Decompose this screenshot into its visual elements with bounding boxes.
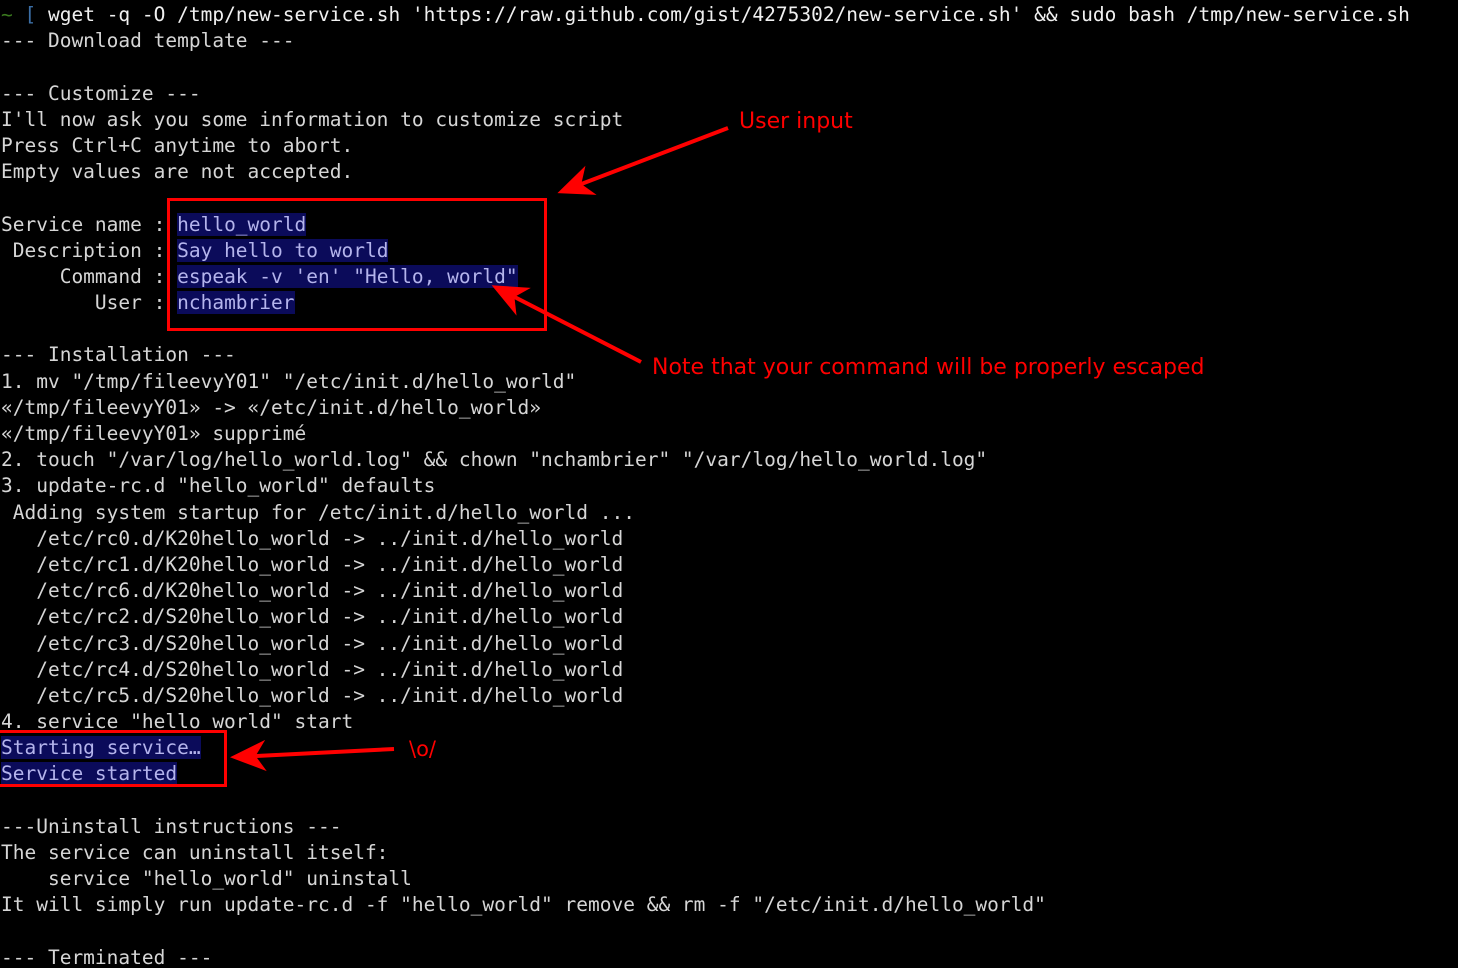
line-install-step-2: 2. touch "/var/log/hello_world.log" && c…	[1, 448, 988, 472]
line-install-mv-result: «/tmp/fileevyY01» -> «/etc/init.d/hello_…	[1, 395, 542, 419]
line-blank-3	[0, 316, 1458, 342]
field-user-label: User :	[1, 291, 178, 315]
line-install-step-3: 3. update-rc.d "hello_world" defaults	[1, 474, 436, 498]
field-user-value[interactable]: nchambrier	[177, 291, 295, 315]
terminal-output: ~ [ wget -q -O /tmp/new-service.sh 'http…	[0, 2, 1458, 968]
line-blank-4	[0, 788, 1458, 814]
line-install-step-4: 4. service "hello_world" start	[1, 710, 354, 734]
line-customize-intro: I'll now ask you some information to cus…	[1, 107, 624, 131]
line-blank-2	[0, 185, 1458, 211]
annotation-label-escaped-note: Note that your command will be properly …	[652, 355, 1205, 380]
line-starting-service: Starting service…	[0, 735, 1458, 761]
line-install-mv-removed: «/tmp/fileevyY01» supprimé	[1, 422, 307, 445]
field-command-label: Command :	[1, 264, 178, 288]
line-rcd-rc2: /etc/rc2.d/S20hello_world -> ../init.d/h…	[1, 605, 624, 629]
line-rcd-rc5: /etc/rc5.d/S20hello_world -> ../init.d/h…	[1, 683, 624, 707]
line-uninstall-header: ---Uninstall instructions ---	[1, 814, 342, 838]
field-description: Description : Say hello to world	[0, 238, 1458, 264]
field-service-name-label: Service name :	[1, 212, 178, 236]
terminal-window[interactable]: ~ [ wget -q -O /tmp/new-service.sh 'http…	[0, 0, 1458, 968]
line-rcd-rc4: /etc/rc4.d/S20hello_world -> ../init.d/h…	[1, 657, 624, 681]
line-rcd-rc6: /etc/rc6.d/K20hello_world -> ../init.d/h…	[1, 579, 624, 603]
line-rcd-rc1: /etc/rc1.d/K20hello_world -> ../init.d/h…	[1, 552, 624, 576]
line-uninstall-intro: The service can uninstall itself:	[1, 841, 389, 864]
line-customize-abort: Press Ctrl+C anytime to abort.	[1, 133, 354, 157]
field-description-value[interactable]: Say hello to world	[177, 238, 389, 262]
line-download-header: --- Download template ---	[1, 29, 295, 53]
line-service-started: Service started	[0, 761, 1458, 787]
field-command: Command : espeak -v 'en' "Hello, world"	[0, 264, 1458, 290]
line-rcd-adding: Adding system startup for /etc/init.d/he…	[1, 500, 635, 524]
prompt-bracket: [	[24, 3, 37, 26]
line-customize-empty: Empty values are not accepted.	[1, 160, 354, 184]
line-uninstall-cmd: service "hello_world" uninstall	[1, 867, 412, 891]
annotation-label-yay: \o/	[409, 737, 436, 761]
line-uninstall-detail: It will simply run update-rc.d -f "hello…	[1, 893, 1046, 917]
line-customize-header: --- Customize ---	[1, 81, 201, 105]
status-service-started: Service started	[1, 762, 178, 786]
field-description-label: Description :	[1, 238, 178, 262]
prompt-command: wget -q -O /tmp/new-service.sh 'https://…	[36, 3, 1410, 26]
prompt-tilde: ~	[1, 3, 13, 26]
status-starting-service: Starting service…	[1, 736, 201, 760]
prompt-line: ~ [ wget -q -O /tmp/new-service.sh 'http…	[0, 2, 1458, 28]
field-service-name: Service name : hello_world	[0, 212, 1458, 238]
annotation-label-user-input: User input	[739, 109, 853, 134]
field-user: User : nchambrier	[0, 290, 1458, 316]
field-command-value[interactable]: espeak -v 'en' "Hello, world"	[177, 264, 518, 288]
line-blank-1	[0, 54, 1458, 80]
line-rcd-rc0: /etc/rc0.d/K20hello_world -> ../init.d/h…	[1, 526, 624, 550]
field-service-name-value[interactable]: hello_world	[177, 212, 307, 236]
line-blank-5	[0, 919, 1458, 945]
line-terminated-header: --- Terminated ---	[1, 945, 213, 968]
line-rcd-rc3: /etc/rc3.d/S20hello_world -> ../init.d/h…	[1, 631, 624, 655]
